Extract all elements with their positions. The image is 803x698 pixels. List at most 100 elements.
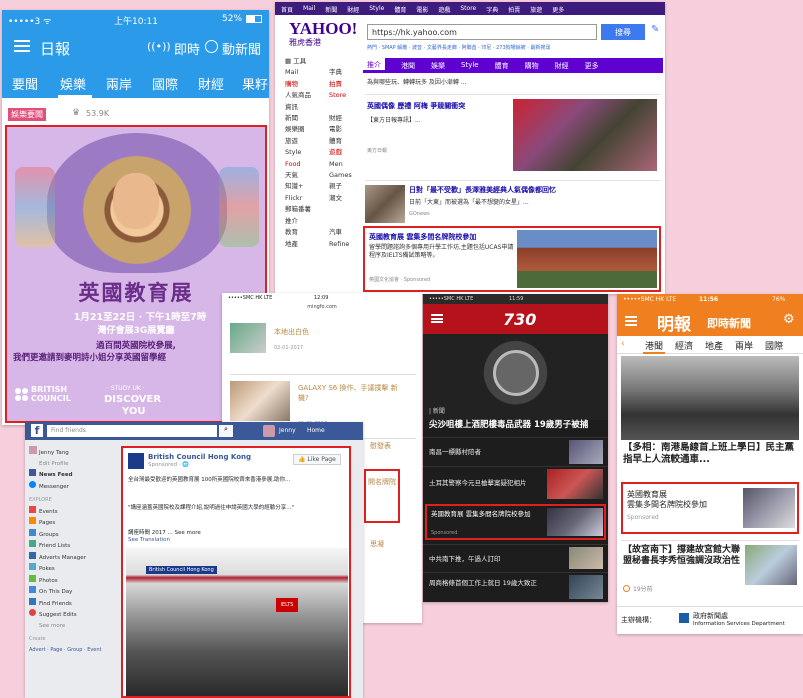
hamburger-menu-icon[interactable] — [625, 316, 637, 326]
nav-games[interactable]: 遊戲 — [438, 5, 450, 14]
sidebar-flickr[interactable]: Flickr — [285, 193, 329, 204]
nav-dictionary[interactable]: 字典 — [486, 5, 498, 14]
nav-store[interactable]: Store — [460, 5, 476, 12]
live-button[interactable]: 即時 — [174, 39, 200, 58]
nav-auction[interactable]: 拍賣 — [508, 5, 520, 14]
post-text-3[interactable]: 講座時間 2017 ... See more — [128, 528, 346, 536]
ad-snippet-1[interactable]: 慰發表 — [370, 441, 391, 451]
search-button[interactable]: 搜尋 — [601, 24, 645, 40]
nav-friend-lists[interactable]: Friend Lists — [29, 540, 119, 552]
sidebar-sports[interactable]: 體育 — [329, 136, 365, 147]
news-row[interactable]: 南昌一標縣村陪者 — [423, 437, 608, 465]
am730-logo[interactable]: 730 — [503, 310, 536, 329]
hamburger-menu-icon[interactable] — [14, 40, 30, 52]
tab-left-chevron-icon[interactable]: ‹ — [621, 339, 625, 349]
sidebar-store[interactable]: Store — [329, 90, 365, 101]
tab-finance[interactable]: 財經 — [198, 74, 224, 93]
nav-news[interactable]: 新聞 — [325, 5, 337, 14]
sponsored-ad-highlight[interactable]: 英國教育展 雲集多間名牌院校參加 留學問題諮詢多個專用升學工作坊,主題包括UCA… — [363, 226, 661, 292]
nav-pages[interactable]: Pages — [29, 517, 119, 529]
headline[interactable]: 【多相：南港島線首上班上學日】民主黨指早上人流較通車... — [623, 442, 799, 476]
sidebar-auction[interactable]: 拍賣 — [329, 79, 365, 90]
row-title[interactable]: 【故宮南下】撐建故宮館大聯盟秘書長李秀恒強調沒政治性 — [623, 545, 743, 567]
yahoo-logo[interactable]: YAHOO! 雅虎香港 — [289, 19, 357, 48]
sidebar-property[interactable]: 地產 — [285, 239, 329, 250]
home-link[interactable]: Home — [307, 427, 325, 434]
tab-shopping[interactable]: 購物 — [525, 61, 539, 70]
tab-recommend[interactable]: 推介 — [363, 58, 385, 70]
tab-more[interactable]: 更多 — [585, 61, 599, 70]
story-2[interactable]: 日對「最不受歡」長澤雅美經典人氣偶像都回忆 日前「大東」而被選為「最不想變的女星… — [365, 180, 661, 224]
tab-finance[interactable]: 財經 — [555, 61, 569, 70]
sidebar-movies[interactable]: 電影 — [329, 124, 365, 135]
sidebar-games[interactable]: 遊戲 — [329, 147, 365, 158]
sidebar-mailbox[interactable]: 郵箱番薯 — [285, 204, 365, 215]
like-page-button[interactable]: 👍 Like Page — [293, 454, 341, 465]
ad-snippet-2[interactable]: 開名牌院 — [368, 477, 398, 487]
tab-ent[interactable]: 娛樂 — [431, 61, 445, 70]
story-2-title[interactable]: 日對「最不受歡」長澤雅美經典人氣偶像都回忆 — [409, 185, 649, 195]
sidebar-finance[interactable]: 財經 — [329, 113, 365, 124]
row-title[interactable]: 周商格條首個工作上就日 19歲大致正 — [429, 577, 539, 587]
nav-photos[interactable]: Photos — [29, 574, 119, 587]
nav-suggest-edits[interactable]: Suggest Edits — [29, 609, 119, 621]
row-title[interactable]: 土耳其警察今元旦槍擊案疑犯相片 — [429, 477, 539, 487]
nav-mail[interactable]: Mail — [303, 5, 315, 12]
sidebar-auto[interactable]: 汽車 — [329, 227, 365, 238]
ad-highlight[interactable]: 開名牌院 — [364, 469, 400, 523]
story-1-title[interactable]: 英國偶像 歷禮 阿梅 爭競關衝突 — [367, 101, 507, 111]
nav-see-more[interactable]: See more — [29, 621, 119, 632]
nav-travel[interactable]: 旅遊 — [530, 5, 542, 14]
sponsored-ad-highlight[interactable]: 英國教育展 雲集多間名牌院校參加 Sponsored — [621, 482, 799, 534]
sidebar-popular[interactable]: 人氣商品 — [285, 90, 329, 101]
sidebar-travel[interactable]: 旅遊 — [285, 136, 329, 147]
video-news-button[interactable]: 動新聞 — [222, 39, 261, 58]
sidebar-education[interactable]: 教育 — [285, 227, 329, 238]
nav-groups[interactable]: Groups — [29, 528, 119, 541]
sidebar-parenting[interactable]: 親子 — [329, 181, 365, 192]
sponsored-post-highlight[interactable]: British Council Hong Kong Sponsored · 🌐 … — [121, 446, 351, 698]
tab-entertainment[interactable]: 娛樂 — [60, 74, 86, 93]
sidebar-games2[interactable]: Games — [329, 170, 365, 181]
user-name[interactable]: Jenny — [279, 427, 296, 434]
row-title[interactable]: 中共南下推，午過人訂印 — [429, 553, 559, 563]
nav-finance[interactable]: 財經 — [347, 5, 359, 14]
row-title[interactable]: 南昌一標縣村陪者 — [429, 446, 559, 456]
sidebar-mail[interactable]: Mail — [285, 67, 329, 78]
page-avatar[interactable] — [128, 453, 144, 469]
tab-cross-strait[interactable]: 兩岸 — [735, 339, 753, 352]
tab-lifestyle[interactable]: 果籽 — [242, 74, 268, 93]
nav-more[interactable]: 更多 — [552, 5, 564, 14]
tab-sports[interactable]: 體育 — [495, 61, 509, 70]
headline[interactable]: 尖沙咀樓上酒肥樓毒品武器 19歲男子被捕 — [429, 418, 605, 430]
sidebar-shopping[interactable]: 購物 — [285, 79, 329, 90]
nav-find-friends[interactable]: Find Friends — [29, 597, 119, 610]
story-1[interactable]: 英國偶像 歷禮 阿梅 爭競關衝突 【東方日報專訊】... 東方日報 — [365, 94, 661, 174]
sidebar-knowledge[interactable]: 知識+ — [285, 181, 329, 192]
news-row[interactable]: 土耳其警察今元旦槍擊案疑犯相片 — [423, 466, 608, 502]
ad-title[interactable]: 英國教育展 雲集多間名牌院校參加 — [369, 232, 515, 242]
teaser-text[interactable]: 為與哪些玩、轉轉玩多 及因小漸轉 ... — [367, 77, 637, 86]
create-links[interactable]: Advert · Page · Group · Event — [29, 645, 119, 656]
nav-edit-profile[interactable]: Edit Profile — [29, 459, 119, 470]
tab-international[interactable]: 國際 — [765, 339, 783, 352]
sidebar-ent[interactable]: 娛樂圈 — [285, 124, 329, 135]
tab-hk-news[interactable]: 港聞 — [401, 61, 415, 70]
sidebar-news[interactable]: 新聞 — [285, 113, 329, 124]
sidebar-food[interactable]: Food — [285, 159, 329, 170]
sidebar-men[interactable]: Men — [329, 159, 365, 170]
url-bar[interactable]: mingfo.com — [282, 304, 362, 310]
fb-logo[interactable]: f — [31, 424, 43, 437]
search-input[interactable]: Find friends — [47, 425, 217, 437]
tab-economy[interactable]: 經濟 — [675, 339, 693, 352]
section-tag[interactable]: 娛樂要聞 — [8, 108, 46, 121]
item-title[interactable]: 本地出白色 — [274, 327, 309, 337]
sponsored-ad-highlight[interactable]: 英國教育展 雲集多間名牌院校參加 Sponsored — [425, 504, 606, 540]
hamburger-menu-icon[interactable] — [431, 314, 443, 323]
sidebar-style[interactable]: Style — [285, 147, 329, 158]
search-input[interactable]: https://hk.yahoo.com — [367, 24, 597, 40]
mingpao-logo[interactable]: 明報 — [657, 310, 691, 335]
ad-snippet-3[interactable]: 思凝 — [370, 539, 384, 549]
ad-title[interactable]: 英國教育展 雲集多間名牌院校參加 — [431, 510, 531, 518]
nav-on-this-day[interactable]: On This Day — [29, 586, 119, 598]
